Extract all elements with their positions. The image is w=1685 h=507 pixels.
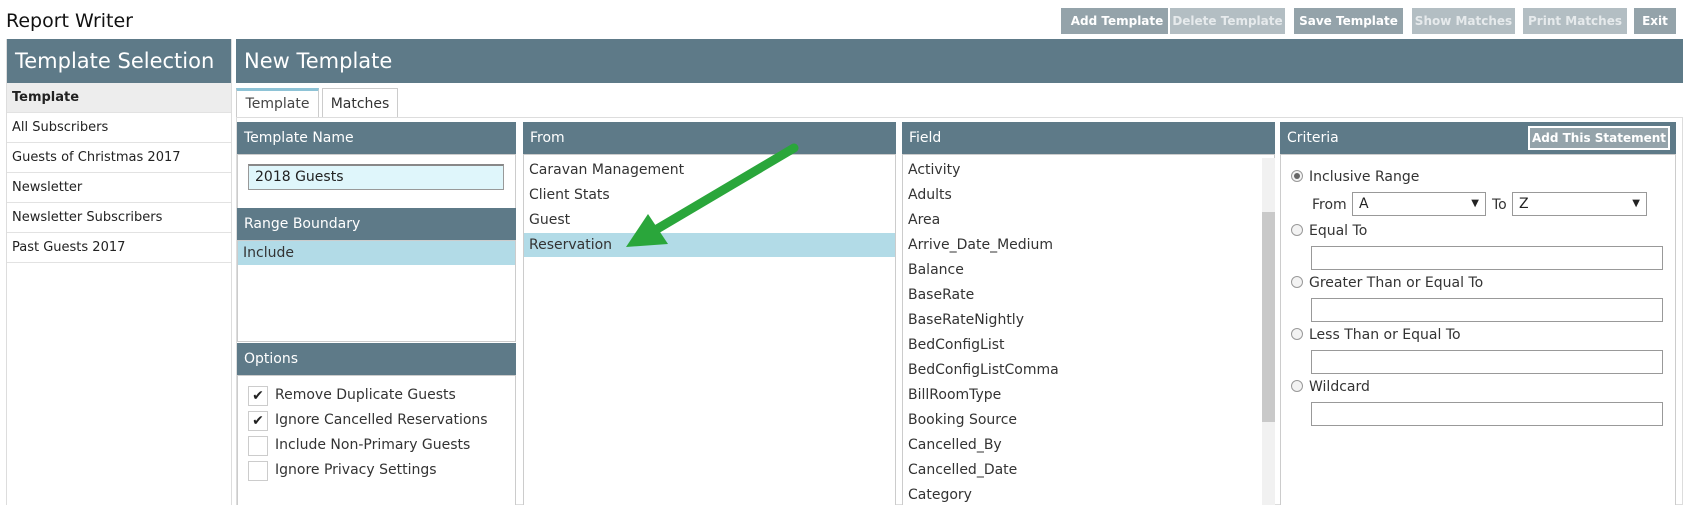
annotation-arrow-icon [626,143,799,247]
